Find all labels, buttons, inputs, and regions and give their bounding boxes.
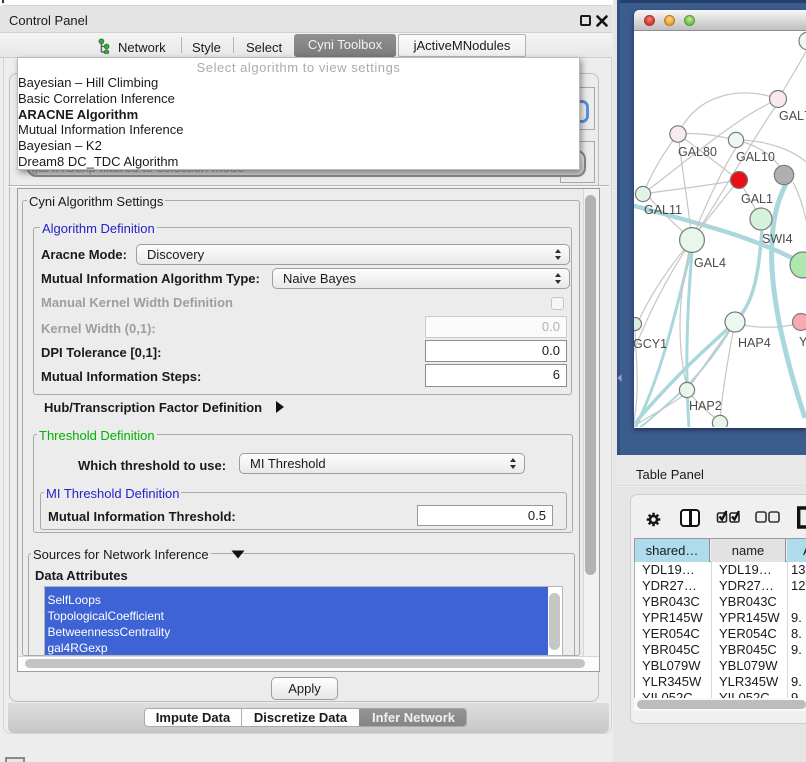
svg-text:YB: YB [799,335,806,349]
svg-text:GAL4: GAL4 [694,256,726,270]
svg-text:HAP2: HAP2 [689,399,722,413]
svg-text:GAL80: GAL80 [678,145,717,159]
svg-text:HAP4: HAP4 [738,336,771,350]
svg-text:GAL10: GAL10 [736,150,775,164]
svg-text:GAL1: GAL1 [741,192,773,206]
svg-text:GAL7: GAL7 [779,109,806,123]
svg-text:GCY1: GCY1 [634,337,667,351]
svg-text:GAL11: GAL11 [644,203,682,217]
svg-text:SWI4: SWI4 [762,232,793,246]
